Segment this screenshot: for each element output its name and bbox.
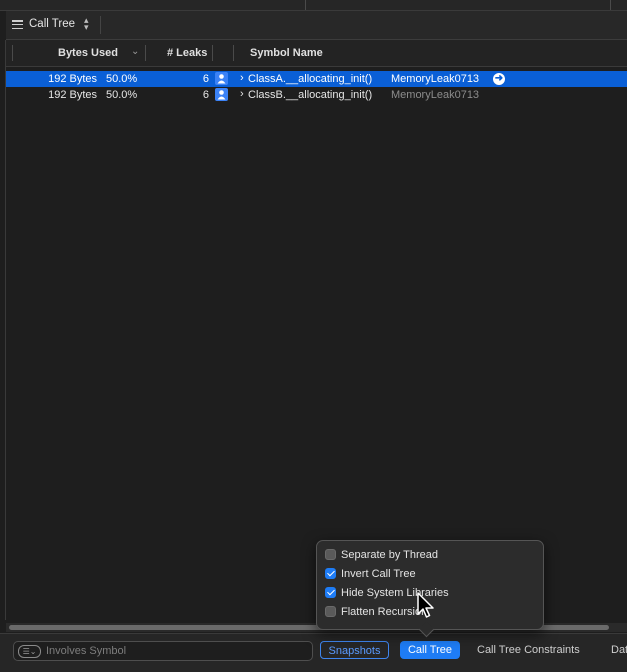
data-mining-button[interactable]: Dat [611, 644, 627, 656]
column-divider[interactable] [212, 45, 213, 61]
percent-cell: 50.0% [106, 89, 138, 101]
toolbar-divider [305, 0, 306, 10]
menu-icon[interactable] [12, 20, 23, 30]
sort-chevron-icon[interactable]: ⌄ [131, 46, 139, 57]
left-border [5, 40, 6, 620]
checkbox[interactable] [325, 606, 336, 617]
column-divider[interactable] [145, 45, 146, 61]
table-header: Bytes Used ⌄ # Leaks Symbol Name [6, 40, 627, 67]
percent-cell: 50.0% [106, 73, 138, 85]
column-divider [12, 45, 13, 61]
jumpbar-divider [100, 16, 101, 34]
library-cell: MemoryLeak0713 [391, 73, 480, 85]
option-label: Separate by Thread [341, 549, 439, 561]
snapshots-button[interactable]: Snapshots [320, 641, 389, 659]
view-selector-label[interactable]: Call Tree [29, 18, 75, 30]
symbol-cell: ClassA.__allocating_init() [248, 73, 373, 85]
person-icon [215, 88, 228, 101]
filter-placeholder: Involves Symbol [46, 645, 127, 657]
call-tree-button[interactable]: Call Tree [400, 641, 460, 659]
bytes-used-cell: 192 Bytes [48, 73, 97, 85]
bottom-bar: ☰⌄ Involves Symbol Snapshots Call Tree C… [0, 633, 627, 672]
symbol-cell: ClassB.__allocating_init() [248, 89, 373, 101]
option-label: Invert Call Tree [341, 568, 416, 580]
updown-arrows-icon[interactable]: ▴ ▾ [84, 16, 89, 32]
go-arrow-icon[interactable]: ➜ [493, 73, 505, 85]
option-label: Flatten Recursion [341, 606, 428, 618]
library-cell: MemoryLeak0713 [391, 89, 480, 101]
column-header-leaks[interactable]: # Leaks [167, 47, 207, 59]
toolbar-divider [610, 0, 611, 10]
table-row[interactable]: 192 Bytes 50.0% 6 › ClassB.__allocating_… [6, 87, 627, 103]
disclosure-chevron-icon[interactable]: › [240, 88, 244, 100]
call-tree-constraints-button[interactable]: Call Tree Constraints [477, 644, 580, 656]
pointer-cursor-icon [417, 592, 434, 618]
column-header-bytes-used[interactable]: Bytes Used [58, 47, 118, 59]
jump-bar: Call Tree ▴ ▾ [6, 11, 627, 40]
top-toolbar-strip [0, 0, 627, 11]
symbol-filter-field[interactable]: ☰⌄ Involves Symbol [13, 641, 313, 661]
leaks-cell: 6 [202, 73, 209, 85]
column-header-symbol-name[interactable]: Symbol Name [250, 47, 323, 59]
checkbox[interactable] [325, 587, 336, 598]
leaks-cell: 6 [202, 89, 209, 101]
bytes-used-cell: 192 Bytes [48, 89, 97, 101]
column-divider[interactable] [233, 45, 234, 61]
checkbox[interactable] [325, 568, 336, 579]
table-row[interactable]: 192 Bytes 50.0% 6 › ClassA.__allocating_… [6, 71, 627, 87]
filter-icon[interactable]: ☰⌄ [18, 645, 41, 658]
person-icon [215, 72, 228, 85]
checkbox[interactable] [325, 549, 336, 560]
disclosure-chevron-icon[interactable]: › [240, 72, 244, 84]
